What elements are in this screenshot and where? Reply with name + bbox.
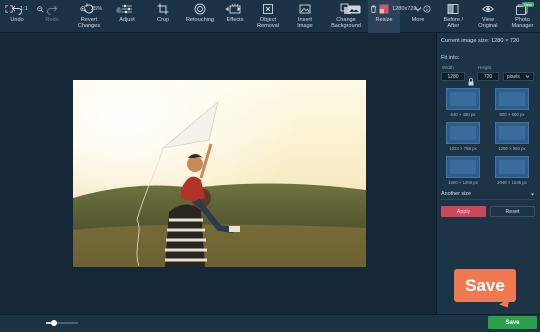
adjust-label: Adjust <box>119 17 135 23</box>
lock-icon[interactable] <box>467 73 475 86</box>
zoom-in-icon[interactable] <box>80 4 87 14</box>
preset-thumbnail <box>446 88 480 110</box>
before-after-label: Before / After <box>443 17 464 29</box>
another-size-toggle[interactable]: Another size <box>441 191 535 200</box>
preset-label: 2048 × 1536 px <box>497 180 527 185</box>
preset-thumbnail <box>446 122 480 144</box>
preset-640x480[interactable]: 640 × 480 px <box>444 88 482 120</box>
redo-icon <box>47 5 58 15</box>
eye-icon <box>482 5 494 13</box>
preset-thumbnail <box>495 122 529 144</box>
photo-manager-label: Photo Manager <box>511 17 534 29</box>
preset-label: 800 × 600 px <box>499 112 525 117</box>
bottom-bar <box>0 314 540 332</box>
reset-button[interactable]: Reset <box>490 206 535 217</box>
undo-label: Undo <box>10 17 24 23</box>
revert-changes-label: Revert Changes <box>77 17 101 29</box>
width-input[interactable]: 1280 <box>441 72 465 81</box>
before-after-button[interactable]: Before / After <box>436 0 471 33</box>
preset-label: 1024 × 768 px <box>449 146 477 151</box>
preset-thumbnail <box>446 156 480 178</box>
info-icon[interactable] <box>423 4 431 14</box>
preset-thumbnail <box>495 88 529 110</box>
height-label: Height <box>478 65 492 70</box>
next-image-icon[interactable] <box>236 4 242 14</box>
preset-1024x768[interactable]: 1024 × 768 px <box>444 122 482 154</box>
object-removal-icon <box>263 4 273 14</box>
object-removal-label: Object Removal <box>256 17 280 29</box>
chevron-down-icon <box>525 75 530 78</box>
change-background-label: Change Background <box>331 17 361 29</box>
save-callout: Save <box>454 269 516 302</box>
preset-2048x1536[interactable]: 2048 × 1536 px <box>493 156 531 188</box>
insert-image-label: Insert Image <box>297 17 313 29</box>
adjust-button[interactable]: Adjust <box>108 0 146 33</box>
effects-label: Effects <box>226 17 244 23</box>
view-original-label: View Original <box>478 17 498 29</box>
hand-tool-icon[interactable] <box>115 4 123 14</box>
unit-select[interactable]: pixels <box>503 72 534 81</box>
photo-illustration <box>73 80 366 267</box>
fit-screen-icon[interactable] <box>5 4 13 14</box>
preset-label: 1920 × 1200 px <box>448 180 478 185</box>
photo-manager-button[interactable]: New Photo Manager <box>505 0 540 33</box>
zoom-slider[interactable] <box>46 320 78 326</box>
retouching-label: Retouching <box>185 17 215 23</box>
trash-icon[interactable] <box>370 4 377 14</box>
view-toolbar: Before / After View Original New Photo M… <box>436 0 540 33</box>
crop-label: Crop <box>156 17 170 23</box>
image-size-readout: 1280x720 <box>392 6 417 12</box>
preset-label: 640 × 480 px <box>450 112 476 117</box>
preset-800x600[interactable]: 800 × 600 px <box>493 88 531 120</box>
preset-label: 1280 × 960 px <box>498 146 526 151</box>
zoom-slider-handle[interactable] <box>51 320 57 326</box>
fit-into-label: Fit into: <box>441 55 460 61</box>
apply-button[interactable]: Apply <box>441 206 486 217</box>
change-background-button[interactable]: Change Background <box>324 0 368 33</box>
new-badge: New <box>521 2 534 7</box>
redo-label: Redo <box>45 17 59 23</box>
retouching-icon <box>194 3 206 15</box>
actual-size-button[interactable]: 1:1 <box>20 4 28 14</box>
revert-changes-button[interactable]: Revert Changes <box>70 0 108 33</box>
resize-icon <box>379 4 389 14</box>
height-input[interactable]: 720 <box>477 72 499 81</box>
previous-image-icon[interactable] <box>224 4 230 14</box>
current-image-size: Current image size: 1280 × 720 <box>441 38 520 44</box>
chevron-down-icon <box>530 193 535 195</box>
resize-label: Resize <box>375 17 393 23</box>
insert-image-button[interactable]: Insert Image <box>286 0 324 33</box>
zoom-out-icon[interactable] <box>37 4 44 14</box>
before-after-icon <box>447 4 459 14</box>
preset-1280x960[interactable]: 1280 × 960 px <box>493 122 531 154</box>
zoom-level: 25% <box>91 6 103 12</box>
image-canvas[interactable] <box>0 33 436 314</box>
photo-preview <box>73 80 366 267</box>
more-label: More <box>411 17 425 23</box>
image-thumbnail-icon[interactable] <box>347 4 361 14</box>
object-removal-button[interactable]: Object Removal <box>250 0 286 33</box>
preset-thumbnail <box>495 156 529 178</box>
crop-icon <box>157 3 169 15</box>
view-original-button[interactable]: View Original <box>471 0 506 33</box>
insert-image-icon <box>299 4 311 14</box>
preset-1920x1200[interactable]: 1920 × 1200 px <box>444 156 482 188</box>
crop-button[interactable]: Crop <box>146 0 180 33</box>
another-size-label: Another size <box>441 191 471 197</box>
width-label: Width <box>442 65 454 70</box>
unit-value: pixels <box>507 73 520 80</box>
retouching-button[interactable]: Retouching <box>180 0 220 33</box>
save-button[interactable]: Save <box>488 316 537 329</box>
